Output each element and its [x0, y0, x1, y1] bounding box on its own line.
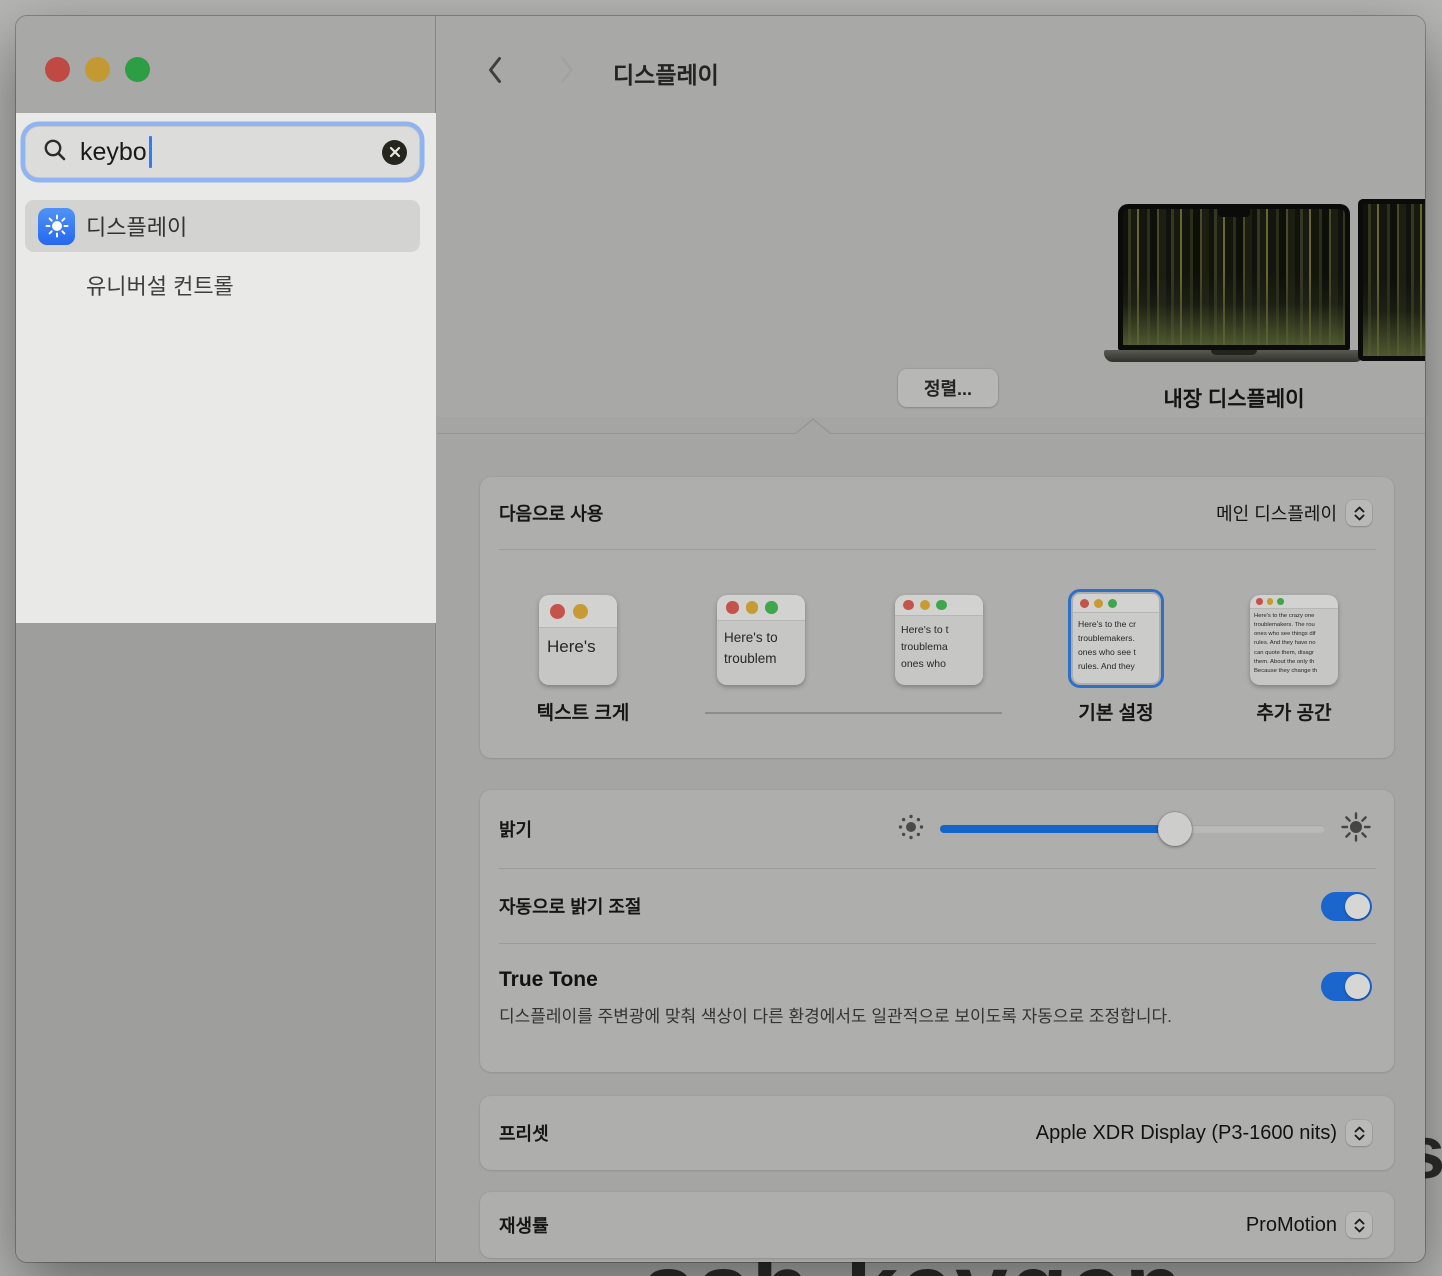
minimize-button[interactable]: [85, 57, 110, 82]
refresh-rate-card: 재생률 ProMotion: [480, 1192, 1394, 1258]
scaling-option-default-selected[interactable]: Here's to the cr troublemakers. ones who…: [1068, 589, 1164, 688]
sidebar: keybo: [16, 16, 436, 1262]
scaling-option-more-space[interactable]: Here's to the crazy one troublemakers. T…: [1250, 595, 1338, 685]
text-cursor: [149, 136, 152, 168]
builtin-display-preview[interactable]: [1118, 204, 1350, 350]
toggle-knob: [1345, 974, 1370, 999]
use-as-dropdown[interactable]: [1346, 500, 1372, 526]
auto-brightness-label: 자동으로 밝기 조절: [499, 893, 641, 919]
search-results-panel: keybo: [16, 113, 436, 623]
preset-card: 프리셋 Apple XDR Display (P3-1600 nits): [480, 1096, 1394, 1170]
brightness-row: 밝기: [480, 790, 1394, 868]
brightness-low-icon: [897, 813, 925, 846]
scaling-preview-text: Here's to troublem: [717, 621, 805, 670]
brightness-high-icon: [1340, 811, 1372, 848]
auto-brightness-toggle[interactable]: [1321, 892, 1372, 921]
external-display-name: LG HDR 4K: [1362, 383, 1425, 407]
clear-search-icon[interactable]: [382, 140, 407, 165]
true-tone-label: True Tone: [499, 968, 1372, 992]
true-tone-description: 디스플레이를 주변광에 맞춰 색상이 다른 환경에서도 일관적으로 보이도록 자…: [499, 1003, 1259, 1031]
brightness-card: 밝기: [480, 790, 1394, 1072]
brightness-knob[interactable]: [1158, 812, 1192, 846]
search-value: keybo: [80, 138, 147, 167]
scaling-label-default: 기본 설정: [1031, 698, 1201, 725]
laptop-base: [1104, 350, 1364, 362]
brightness-fill: [940, 825, 1175, 833]
refresh-rate-value: ProMotion: [1246, 1214, 1337, 1237]
refresh-rate-label: 재생률: [499, 1212, 549, 1238]
scaling-label-more-space: 추가 공간: [1209, 698, 1379, 725]
settings-window: keybo: [16, 16, 1425, 1262]
display-brightness-icon: [38, 208, 75, 245]
scaling-label-larger-text: 텍스트 크게: [498, 698, 668, 725]
preset-dropdown[interactable]: [1346, 1120, 1372, 1146]
brightness-label: 밝기: [499, 816, 532, 842]
scaling-option-3[interactable]: Here's to t troublema ones who: [895, 595, 983, 685]
page-title: 디스플레이: [613, 56, 719, 90]
window-controls: [45, 57, 150, 82]
scaling-preview-text: Here's to the cr troublemakers. ones who…: [1073, 613, 1159, 674]
builtin-display-name: 내장 디스플레이: [1114, 383, 1354, 413]
search-result-label: 유니버설 컨트롤: [86, 269, 234, 301]
search-result-display[interactable]: 디스플레이: [25, 200, 420, 252]
brightness-slider[interactable]: [940, 825, 1325, 833]
use-as-value: 메인 디스플레이: [1216, 500, 1337, 526]
scaling-preview-text: Here's to the crazy one troublemakers. T…: [1250, 609, 1338, 676]
scaling-preview-text: Here's to t troublema ones who: [895, 616, 983, 672]
forward-button[interactable]: [553, 55, 581, 85]
scaling-preview-text: Here's: [539, 628, 617, 657]
scaling-scale-line: [705, 712, 1002, 714]
toggle-knob: [1345, 894, 1370, 919]
external-display-preview[interactable]: [1358, 199, 1425, 361]
search-result-universal-control[interactable]: 유니버설 컨트롤: [25, 259, 420, 311]
refresh-rate-dropdown[interactable]: [1346, 1212, 1372, 1238]
scaling-option-larger-text[interactable]: Here's: [539, 595, 617, 685]
preset-label: 프리셋: [499, 1120, 549, 1146]
zoom-button[interactable]: [125, 57, 150, 82]
preset-value: Apple XDR Display (P3-1600 nits): [1036, 1122, 1337, 1145]
laptop-notch: [1218, 209, 1250, 217]
preset-row: 프리셋 Apple XDR Display (P3-1600 nits): [480, 1096, 1394, 1170]
refresh-rate-row: 재생률 ProMotion: [480, 1192, 1394, 1258]
search-result-label: 디스플레이: [86, 210, 187, 242]
desktop: ssh-keygen s keybo: [0, 0, 1442, 1276]
auto-brightness-row: 자동으로 밝기 조절: [480, 869, 1394, 943]
arrange-displays-button[interactable]: 정렬...: [898, 369, 998, 407]
sidebar-titlebar: [16, 16, 435, 113]
use-as-label: 다음으로 사용: [499, 500, 603, 526]
main-pane: 디스플레이 내장 디스플레이 LG HDR 4K 정렬... 다음으로 사용: [437, 16, 1425, 1262]
scaling-option-2[interactable]: Here's to troublem: [717, 595, 805, 685]
use-as-row: 다음으로 사용 메인 디스플레이: [480, 477, 1394, 549]
true-tone-toggle[interactable]: [1321, 972, 1372, 1001]
section-divider: [437, 433, 1425, 434]
scaling-options: Here's Here's to troublem Here's to t tr…: [480, 550, 1394, 757]
back-button[interactable]: [481, 55, 509, 85]
use-as-card: 다음으로 사용 메인 디스플레이 Here's Here's to troubl…: [480, 477, 1394, 758]
true-tone-row: True Tone 디스플레이를 주변광에 맞춰 색상이 다른 환경에서도 일관…: [480, 944, 1394, 1074]
search-icon: [42, 137, 68, 168]
close-button[interactable]: [45, 57, 70, 82]
search-input[interactable]: keybo: [25, 126, 420, 178]
selected-display-pointer: [795, 418, 831, 434]
